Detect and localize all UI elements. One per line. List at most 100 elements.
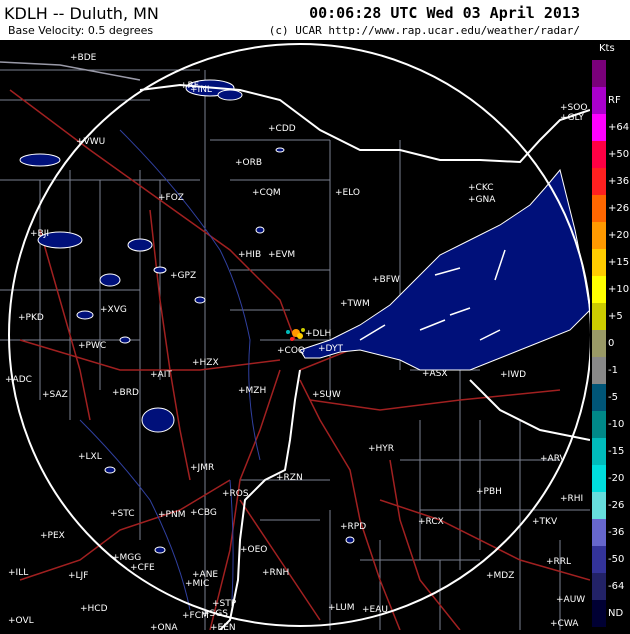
station-label: +PBH — [476, 487, 502, 497]
legend-label: 0 — [608, 337, 615, 349]
station-label: +CKC — [468, 183, 494, 193]
station-label: +BJI — [30, 229, 49, 239]
legend-label: RF — [608, 94, 621, 106]
station-label: +HZX — [192, 358, 219, 368]
legend-swatch — [592, 195, 606, 222]
legend-label: +20 — [608, 229, 630, 241]
station-label: +MDZ — [486, 571, 514, 581]
station-label: +TKV — [532, 517, 558, 527]
station-label: +OVL — [8, 616, 34, 626]
station-label: +GPZ — [170, 271, 196, 281]
velocity-legend: Kts RF +64 +50 +36 +26 +20 +15 +10 +5 0 -1 -5 -10 -15… — [590, 40, 630, 630]
legend-swatch — [592, 87, 606, 114]
station-label: +BRD — [112, 388, 139, 398]
legend-swatch — [592, 438, 606, 465]
station-label: +SAZ — [42, 390, 68, 400]
legend-label: -15 — [608, 445, 625, 457]
station-label: +ADC — [5, 375, 32, 385]
station-label: +ORB — [235, 158, 262, 168]
station-label: +RHI — [560, 494, 583, 504]
legend-label: +15 — [608, 256, 630, 268]
credit-line: (c) UCAR http://www.rap.ucar.edu/weather… — [268, 24, 580, 37]
station-label: +MGG — [112, 553, 141, 563]
station-label: +MIC — [185, 579, 209, 589]
station-label: +SGS — [202, 609, 228, 619]
station-label: +ASX — [422, 369, 448, 379]
legend-label: ND — [608, 607, 624, 619]
station-label: +EEN — [210, 623, 236, 630]
legend-swatch — [592, 546, 606, 573]
station-label: +DYT — [318, 344, 343, 354]
station-label: +RRL — [546, 557, 571, 567]
legend-swatch — [592, 330, 606, 357]
legend-label: -10 — [608, 418, 625, 430]
station-label: +STP — [212, 599, 237, 609]
station-label: +ARV — [540, 454, 566, 464]
station-label: +RZN — [276, 473, 303, 483]
legend-swatch — [592, 492, 606, 519]
header-bar: KDLH -- Duluth, MN 00:06:28 UTC Wed 03 A… — [0, 0, 630, 40]
station-label: +ONA — [150, 623, 178, 630]
legend-swatch — [592, 222, 606, 249]
station-label: +MZH — [238, 386, 266, 396]
legend-label: -5 — [608, 391, 618, 403]
station-label: +RCX — [418, 517, 444, 527]
station-label: +JMR — [190, 463, 214, 473]
map-canvas: +RF+INL+CDD+FOZ +CQM+ORB+ELO+HIB +EVM+GPZ +… — [0, 40, 592, 634]
legend-label: +26 — [608, 202, 630, 214]
station-label: +DLH — [305, 329, 331, 339]
station-label: +ROS — [222, 489, 249, 499]
station-label: +LJF — [68, 571, 88, 581]
station-label: +GLY — [560, 113, 584, 123]
station-label: +BFW — [372, 275, 400, 285]
legend-label: -26 — [608, 499, 625, 511]
legend-unit: Kts — [599, 43, 615, 54]
station-label: +CDD — [268, 124, 296, 134]
legend-swatch — [592, 519, 606, 546]
station-label: +OEO — [240, 545, 267, 555]
station-label: +PKD — [18, 313, 44, 323]
product-name: Base Velocity: 0.5 degrees — [8, 24, 154, 37]
station-label: +PNM — [158, 510, 185, 520]
legend-swatch — [592, 114, 606, 141]
station-label: +HIB — [238, 250, 261, 260]
station-label: +EAU — [362, 605, 388, 615]
legend-swatch — [592, 573, 606, 600]
station-label: +GNA — [468, 195, 496, 205]
station-label: +CQM — [252, 188, 281, 198]
legend-swatch — [592, 411, 606, 438]
legend-label: +64 — [608, 121, 630, 133]
legend-swatch — [592, 60, 606, 87]
timestamp: 00:06:28 UTC Wed 03 April 2013 — [309, 4, 580, 22]
station-label: +LUM — [328, 603, 354, 613]
station-label: +RNH — [262, 568, 289, 578]
station-label: +ELO — [335, 188, 360, 198]
station-label: +SUW — [312, 390, 341, 400]
station-label: +AIT — [150, 370, 172, 380]
legend-swatch — [592, 168, 606, 195]
legend-swatch — [592, 465, 606, 492]
station-label: +INL — [190, 85, 212, 95]
legend-label: +36 — [608, 175, 630, 187]
station-label: +IWD — [500, 370, 526, 380]
legend-label: -20 — [608, 472, 625, 484]
legend-label: -1 — [608, 364, 618, 376]
legend-label: -36 — [608, 526, 625, 538]
station-label: +XVG — [100, 305, 127, 315]
station-title: KDLH -- Duluth, MN — [4, 4, 159, 23]
legend-label: -50 — [608, 553, 625, 565]
station-label: +RPD — [340, 522, 366, 532]
station-label: +CWA — [550, 619, 579, 629]
station-label: +PWC — [78, 341, 106, 351]
station-label: +CBG — [190, 508, 217, 518]
station-label: +SOO — [560, 103, 587, 113]
station-label: +TWM — [340, 299, 370, 309]
legend-swatch — [592, 303, 606, 330]
station-label: +COQ — [277, 346, 305, 356]
legend-swatch — [592, 384, 606, 411]
legend-swatch — [592, 141, 606, 168]
radar-map[interactable]: +RF +INL +CDD +FOZ +CQM +ORB +ELO +HIB +EVM +GPZ +… — [0, 40, 592, 634]
station-label: +BDE — [70, 53, 97, 63]
legend-label: +50 — [608, 148, 630, 160]
station-label: +VWU — [76, 137, 105, 147]
